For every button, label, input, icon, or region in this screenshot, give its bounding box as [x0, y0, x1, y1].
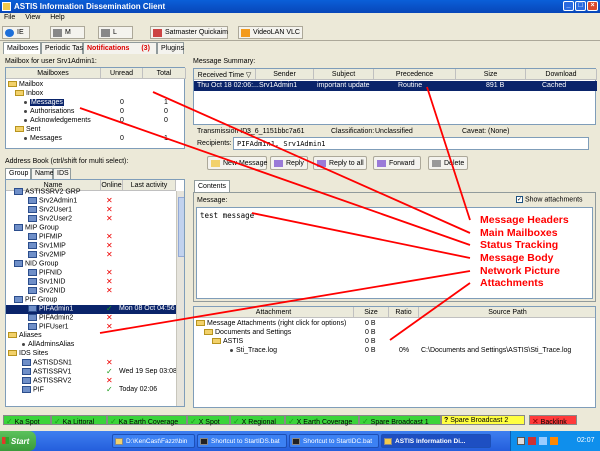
arrow-message-headers: [426, 86, 471, 221]
arrow-main-mailboxes: [152, 91, 471, 234]
annotation-main-mailboxes: Main Mailboxes: [478, 227, 560, 239]
annotation-network-picture: Network Picture: [478, 265, 562, 277]
annotation-message-body: Message Body: [478, 252, 556, 264]
arrow-status-tracking: [79, 107, 471, 246]
arrow-message-body: [251, 212, 471, 259]
annotation-attachments: Attachments: [478, 277, 546, 289]
arrow-network-picture: [99, 270, 471, 334]
arrow-attachments: [389, 282, 471, 341]
annotation-status-tracking: Status Tracking: [478, 239, 561, 251]
annotation-message-headers: Message Headers: [478, 214, 571, 226]
